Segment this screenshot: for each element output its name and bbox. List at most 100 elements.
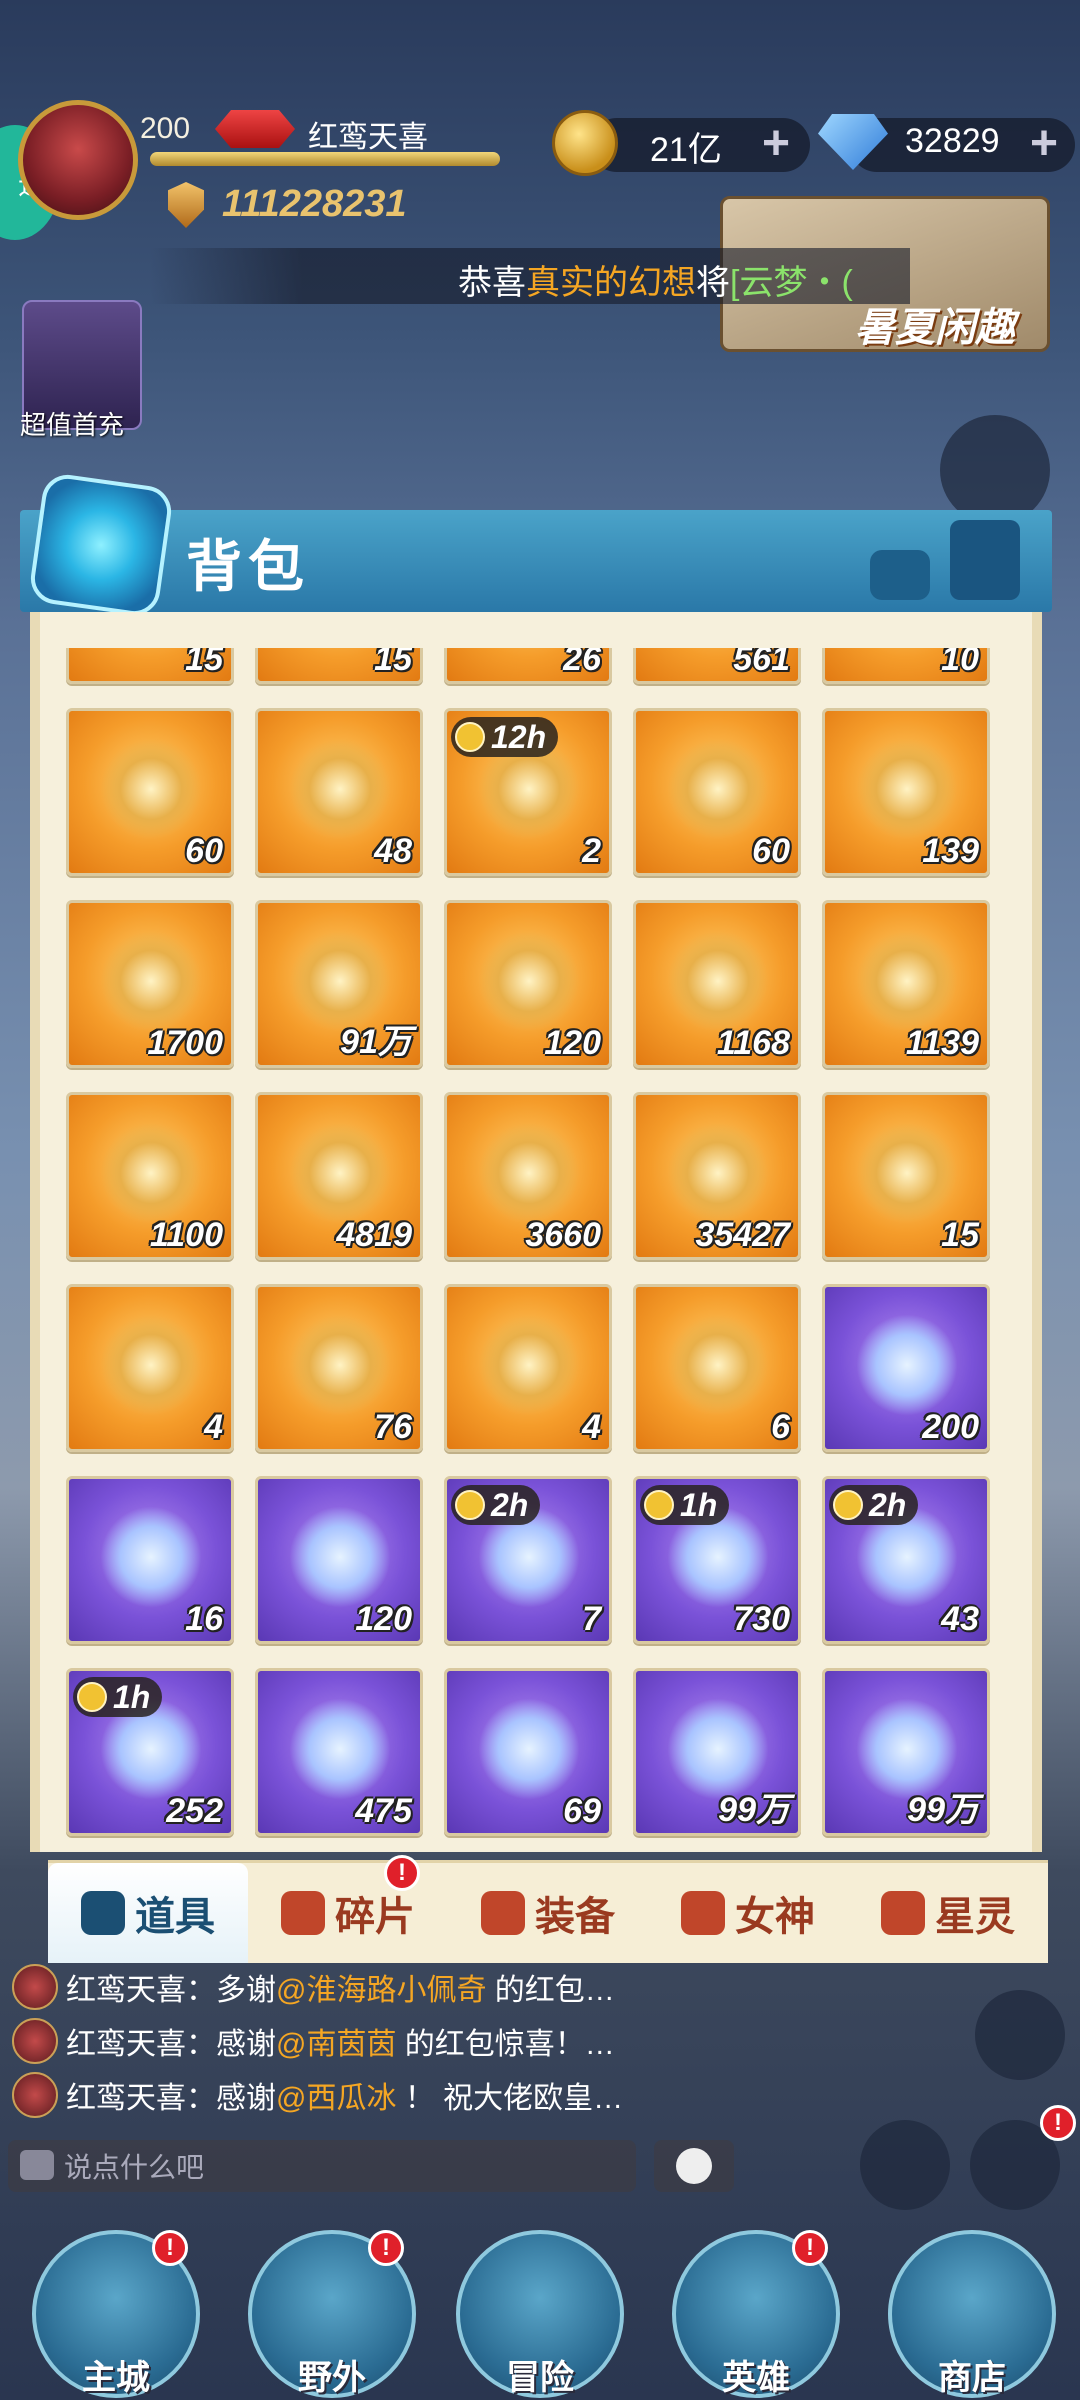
item-art-icon — [286, 1503, 394, 1611]
item-quantity: 1139 — [905, 1024, 979, 1062]
nav-alert-badge: ! — [792, 2230, 828, 2266]
tab-label: 星灵 — [935, 1895, 1015, 1939]
expiry-timer: 1h — [73, 1677, 163, 1717]
chat-message[interactable]: 红鸾天喜：多谢@淮海路小佩奇 的红包… — [12, 1962, 615, 2012]
bag-item-slot[interactable]: 1168 — [633, 900, 801, 1068]
bag-item-slot[interactable]: 91万 — [255, 900, 423, 1068]
bag-item-slot-partial[interactable]: 561 — [633, 648, 801, 684]
item-quantity: 475 — [355, 1792, 412, 1830]
nav-wilderness-label: 野外 — [298, 2359, 366, 2397]
bag-item-slot[interactable]: 120 — [255, 1476, 423, 1644]
bag-item-slot-partial[interactable]: 15 — [66, 648, 234, 684]
bag-title: 背包 — [186, 535, 310, 598]
item-quantity: 4 — [582, 1408, 601, 1446]
bag-item-slot[interactable]: 76 — [255, 1284, 423, 1452]
item-art-icon — [664, 927, 772, 1035]
nav-alert-badge: ! — [152, 2230, 188, 2266]
item-art-icon — [286, 1311, 394, 1419]
add-diamond-button[interactable]: + — [1030, 120, 1058, 168]
item-quantity: 43 — [941, 1600, 979, 1638]
timer-text: 12h — [491, 718, 547, 755]
item-art-icon — [664, 735, 772, 843]
bag-item-slot[interactable]: 6 — [633, 1284, 801, 1452]
item-quantity: 252 — [166, 1792, 223, 1830]
chat-placeholder: 说点什么吧 — [64, 2152, 205, 2183]
bag-item-slot[interactable]: 1h 730 — [633, 1476, 801, 1644]
bag-item-slot[interactable]: 35427 — [633, 1092, 801, 1260]
item-quantity: 730 — [733, 1600, 790, 1638]
item-quantity: 99万 — [907, 1791, 979, 1829]
emoji-button[interactable] — [654, 2140, 734, 2192]
tab-star-spirit[interactable]: 星灵 — [848, 1863, 1048, 1963]
item-quantity: 69 — [563, 1792, 601, 1830]
item-quantity: 15 — [185, 648, 223, 678]
item-grid[interactable]: 15 15 26 561 10 60 48 12h 2 60 139 1700 91万 120 1168 11… — [66, 648, 1024, 1846]
chat-message[interactable]: 红鸾天喜：感谢@南茵茵 的红包惊喜！… — [12, 2016, 615, 2066]
bag-item-slot[interactable]: 1h 252 — [66, 1668, 234, 1836]
bag-item-slot[interactable]: 4 — [66, 1284, 234, 1452]
item-quantity: 200 — [922, 1408, 979, 1446]
tab-equipment[interactable]: 装备 — [448, 1863, 648, 1963]
item-quantity: 561 — [733, 648, 790, 678]
chat-text: 红鸾天喜：多谢@淮海路小佩奇 的红包… — [66, 1974, 615, 2007]
backpack-alert-badge: ! — [1040, 2105, 1076, 2141]
emoji-icon — [676, 2148, 712, 2184]
bag-item-slot[interactable]: 12h 2 — [444, 708, 612, 876]
tab-items[interactable]: 道具 — [48, 1863, 248, 1963]
bag-item-slot[interactable]: 4819 — [255, 1092, 423, 1260]
bag-item-slot[interactable]: 60 — [66, 708, 234, 876]
clock-icon — [644, 1490, 674, 1520]
chat-message[interactable]: 红鸾天喜：感谢@西瓜冰 ！ 祝大佬欧皇… — [12, 2070, 623, 2120]
bag-item-slot[interactable]: 475 — [255, 1668, 423, 1836]
bag-item-slot[interactable]: 1139 — [822, 900, 990, 1068]
nav-heroes-label: 英雄 — [722, 2359, 790, 2397]
bag-item-slot[interactable]: 16 — [66, 1476, 234, 1644]
diamond-amount: 32829 — [905, 122, 1000, 160]
bag-item-slot[interactable]: 99万 — [633, 1668, 801, 1836]
item-quantity: 1700 — [147, 1024, 223, 1062]
bag-item-slot[interactable]: 48 — [255, 708, 423, 876]
equipment-tab-icon — [481, 1891, 525, 1935]
bag-item-slot[interactable]: 2h 7 — [444, 1476, 612, 1644]
bag-item-slot[interactable]: 139 — [822, 708, 990, 876]
bag-item-slot-partial[interactable]: 15 — [255, 648, 423, 684]
item-art-icon — [475, 1119, 583, 1227]
bag-item-slot[interactable]: 4 — [444, 1284, 612, 1452]
timer-text: 2h — [869, 1486, 907, 1523]
bottle-deco-icon — [950, 520, 1020, 600]
bag-item-slot[interactable]: 200 — [822, 1284, 990, 1452]
item-quantity: 139 — [922, 832, 979, 870]
bag-item-slot-partial[interactable]: 10 — [822, 648, 990, 684]
bag-item-slot-partial[interactable]: 26 — [444, 648, 612, 684]
bag-item-slot[interactable]: 15 — [822, 1092, 990, 1260]
item-quantity: 1168 — [716, 1024, 790, 1062]
item-quantity: 1100 — [149, 1216, 223, 1254]
exp-bar — [150, 152, 500, 166]
friends-icon[interactable] — [975, 1990, 1065, 2080]
tab-goddess[interactable]: 女神 — [648, 1863, 848, 1963]
ranking-icon[interactable] — [860, 2120, 950, 2210]
clock-icon — [77, 1682, 107, 1712]
bag-item-slot[interactable]: 2h 43 — [822, 1476, 990, 1644]
bag-item-slot[interactable]: 99万 — [822, 1668, 990, 1836]
tab-alert-badge: ! — [384, 1855, 420, 1891]
add-gold-button[interactable]: + — [762, 120, 790, 168]
bag-item-slot[interactable]: 1700 — [66, 900, 234, 1068]
timer-text: 2h — [491, 1486, 529, 1523]
fragment-tab-icon — [281, 1891, 325, 1935]
chat-avatar — [12, 2072, 58, 2118]
bag-item-slot[interactable]: 3660 — [444, 1092, 612, 1260]
chat-input[interactable]: 说点什么吧 — [8, 2140, 636, 2192]
gold-coin-icon — [552, 110, 618, 176]
bag-item-slot[interactable]: 69 — [444, 1668, 612, 1836]
tab-fragments[interactable]: 碎片! — [248, 1855, 448, 1963]
item-art-icon — [97, 927, 205, 1035]
item-art-icon — [286, 1695, 394, 1803]
bag-item-slot[interactable]: 120 — [444, 900, 612, 1068]
item-quantity: 60 — [752, 832, 790, 870]
player-avatar[interactable] — [18, 100, 138, 220]
scroll-event-icon[interactable] — [940, 415, 1050, 525]
bag-item-slot[interactable]: 60 — [633, 708, 801, 876]
bag-item-slot[interactable]: 1100 — [66, 1092, 234, 1260]
item-art-icon — [97, 735, 205, 843]
